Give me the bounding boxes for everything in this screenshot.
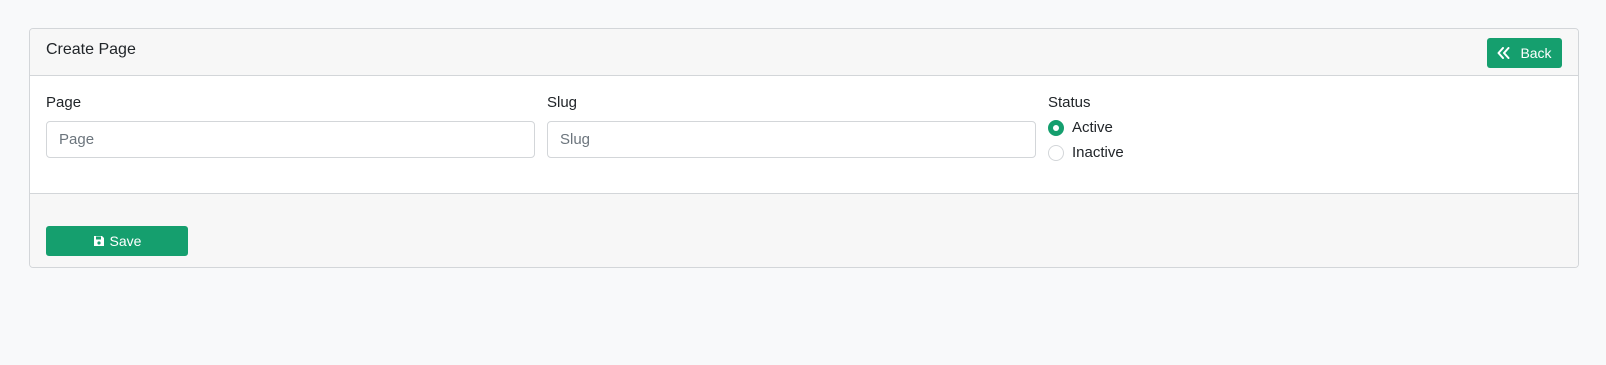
radio-unchecked-icon[interactable] (1048, 144, 1064, 161)
page-input[interactable] (46, 121, 535, 158)
status-field: Status Active Inactive (1048, 94, 1124, 165)
slug-field: Slug (547, 94, 1036, 158)
slug-input[interactable] (547, 121, 1036, 158)
create-page-card: Create Page Back Page Slug Status Active (29, 28, 1579, 268)
radio-label-inactive: Inactive (1072, 144, 1124, 161)
status-option-active[interactable]: Active (1048, 115, 1124, 140)
double-chevron-left-icon (1497, 47, 1510, 59)
radio-label-active: Active (1072, 119, 1113, 136)
page-field: Page (46, 94, 535, 158)
slug-label: Slug (547, 94, 578, 111)
status-label: Status (1048, 94, 1091, 111)
radio-checked-icon[interactable] (1048, 119, 1064, 136)
card-body: Page Slug Status Active Inactive (30, 76, 1578, 194)
status-option-inactive[interactable]: Inactive (1048, 140, 1124, 165)
card-footer: Save (30, 194, 1578, 267)
save-button[interactable]: Save (46, 226, 188, 256)
floppy-disk-icon (93, 236, 104, 246)
back-button[interactable]: Back (1487, 38, 1562, 68)
page-label: Page (46, 94, 82, 111)
save-button-label: Save (109, 233, 142, 249)
card-header: Create Page Back (30, 29, 1578, 76)
back-button-label: Back (1520, 45, 1552, 61)
page-title: Create Page (46, 41, 136, 58)
